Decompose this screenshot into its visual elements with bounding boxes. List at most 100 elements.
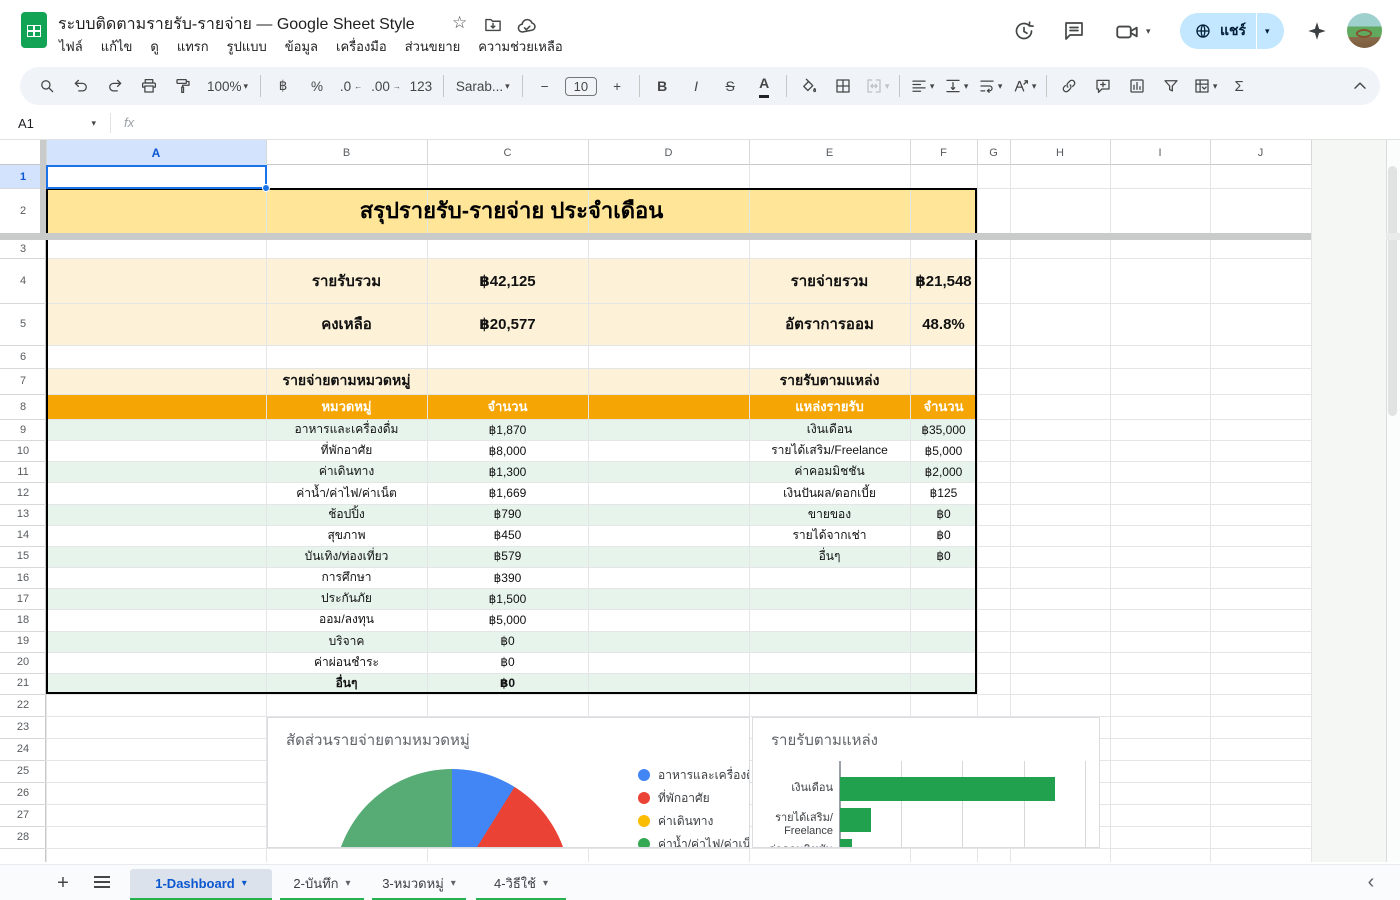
expense-category-cell[interactable]: ช้อปปิ้ง [266,504,427,525]
expense-category-cell[interactable]: อาหารและเครื่องดื่ม [266,419,427,440]
row-header-23[interactable]: 23 [0,716,46,738]
row-header-9[interactable]: 9 [0,419,46,440]
expense-amount-cell[interactable]: ฿1,500 [427,588,588,609]
column-header-J[interactable]: J [1210,140,1311,165]
income-section-title[interactable]: รายรับตามแหล่ง [749,368,910,394]
expense-category-cell[interactable]: บริจาค [266,631,427,652]
income-amount-cell[interactable]: ฿5,000 [910,440,977,461]
row-header-4[interactable]: 4 [0,258,46,303]
row-header-13[interactable]: 13 [0,504,46,525]
income-source-cell[interactable]: รายได้เสริม/Freelance [749,440,910,461]
sheet-tab-3[interactable]: 3-หมวดหมู่▾ [372,869,466,898]
expense-category-cell[interactable]: ออม/ลงทุน [266,609,427,630]
pie-chart-panel[interactable]: สัดส่วนรายจ่ายตามหมวดหมู่อาหารและเครื่อง… [267,717,750,848]
expense-category-cell[interactable]: บันเทิง/ท่องเที่ยว [266,546,427,567]
row-header-12[interactable]: 12 [0,482,46,503]
summary-label[interactable]: อัตราการออม [749,303,910,345]
row-header-26[interactable]: 26 [0,782,46,804]
column-header-C[interactable]: C [427,140,588,165]
banner-title[interactable]: สรุปรายรับ-รายจ่าย ประจำเดือน [46,188,977,233]
row-header-6[interactable]: 6 [0,345,46,368]
expense-category-cell[interactable]: ค่าน้ำ/ค่าไฟ/ค่าเน็ต [266,482,427,503]
income-amount-cell[interactable]: ฿2,000 [910,461,977,482]
row-header-24[interactable]: 24 [0,738,46,760]
expense-category-cell[interactable]: ค่าผ่อนชำระ [266,652,427,673]
sheet-tab-1[interactable]: 1-Dashboard▾ [130,869,272,898]
income-header-source[interactable]: แหล่งรายรับ [749,394,910,419]
row-header-7[interactable]: 7 [0,368,46,394]
column-header-A[interactable]: A [46,140,266,165]
bar-chart-panel[interactable]: รายรับตามแหล่งเงินเดือนรายได้เสริม/Freel… [752,717,1100,848]
summary-label[interactable]: รายจ่ายรวม [749,258,910,303]
row-header-15[interactable]: 15 [0,546,46,567]
row-header-10[interactable]: 10 [0,440,46,461]
row-header-21[interactable]: 21 [0,673,46,694]
row-header-27[interactable]: 27 [0,804,46,826]
column-header-G[interactable]: G [977,140,1010,165]
expense-category-cell[interactable]: อื่นๆ [266,673,427,694]
column-header-D[interactable]: D [588,140,749,165]
expense-amount-cell[interactable]: ฿1,669 [427,482,588,503]
expense-amount-cell[interactable]: ฿5,000 [427,609,588,630]
expense-amount-cell[interactable]: ฿579 [427,546,588,567]
expense-amount-cell[interactable]: ฿0 [427,652,588,673]
row-header-19[interactable]: 19 [0,631,46,652]
income-source-cell[interactable]: อื่นๆ [749,546,910,567]
income-amount-cell[interactable]: ฿0 [910,546,977,567]
row-header-16[interactable]: 16 [0,567,46,588]
column-header-I[interactable]: I [1110,140,1210,165]
tab-scroll-chevron[interactable]: ‹ [1358,869,1384,895]
sheet-tab-4[interactable]: 4-วิธีใช้▾ [476,869,566,898]
row-header-11[interactable]: 11 [0,461,46,482]
expense-header-amount[interactable]: จำนวน [427,394,588,419]
scrollbar-thumb[interactable] [1388,166,1397,416]
expense-category-cell[interactable]: สุขภาพ [266,525,427,546]
expense-amount-cell[interactable]: ฿390 [427,567,588,588]
add-sheet-button[interactable]: + [50,870,76,896]
summary-value[interactable]: 48.8% [910,303,977,345]
income-header-amount[interactable]: จำนวน [910,394,977,419]
row-header-20[interactable]: 20 [0,652,46,673]
expense-amount-cell[interactable]: ฿450 [427,525,588,546]
expense-category-cell[interactable]: ค่าเดินทาง [266,461,427,482]
income-amount-cell[interactable]: ฿35,000 [910,419,977,440]
income-source-cell[interactable]: ขายของ [749,504,910,525]
income-amount-cell[interactable]: ฿0 [910,525,977,546]
expense-amount-cell[interactable]: ฿1,300 [427,461,588,482]
row-header-22[interactable]: 22 [0,694,46,716]
selection-fill-handle[interactable] [262,184,270,192]
row-header-14[interactable]: 14 [0,525,46,546]
row-header-8[interactable]: 8 [0,394,46,419]
income-amount-cell[interactable]: ฿0 [910,504,977,525]
income-source-cell[interactable]: เงินเดือน [749,419,910,440]
frozen-row-bar[interactable] [0,233,1311,240]
row-header-25[interactable]: 25 [0,760,46,782]
column-header-E[interactable]: E [749,140,910,165]
expense-category-cell[interactable]: ที่พักอาศัย [266,440,427,461]
summary-value[interactable]: ฿20,577 [427,303,588,345]
expense-category-cell[interactable]: ประกันภัย [266,588,427,609]
row-header-18[interactable]: 18 [0,609,46,630]
column-header-B[interactable]: B [266,140,427,165]
expense-header-category[interactable]: หมวดหมู่ [266,394,427,419]
all-sheets-icon[interactable] [94,876,110,888]
income-source-cell[interactable]: ค่าคอมมิชชัน [749,461,910,482]
row-header-3[interactable]: 3 [0,240,46,258]
expense-section-title[interactable]: รายจ่ายตามหมวดหมู่ [266,368,427,394]
expense-amount-cell[interactable]: ฿1,870 [427,419,588,440]
expense-amount-cell[interactable]: ฿0 [427,673,588,694]
income-amount-cell[interactable]: ฿125 [910,482,977,503]
summary-label[interactable]: รายรับรวม [266,258,427,303]
column-header-F[interactable]: F [910,140,977,165]
income-source-cell[interactable]: เงินปันผล/ดอกเบี้ย [749,482,910,503]
summary-label[interactable]: คงเหลือ [266,303,427,345]
expense-amount-cell[interactable]: ฿8,000 [427,440,588,461]
sheet-tab-2[interactable]: 2-บันทึก▾ [280,869,364,898]
column-header-H[interactable]: H [1010,140,1110,165]
expense-category-cell[interactable]: การศึกษา [266,567,427,588]
row-header-5[interactable]: 5 [0,303,46,345]
income-source-cell[interactable]: รายได้จากเช่า [749,525,910,546]
selected-cell-a1[interactable] [46,165,267,189]
expense-amount-cell[interactable]: ฿0 [427,631,588,652]
summary-value[interactable]: ฿21,548 [910,258,977,303]
